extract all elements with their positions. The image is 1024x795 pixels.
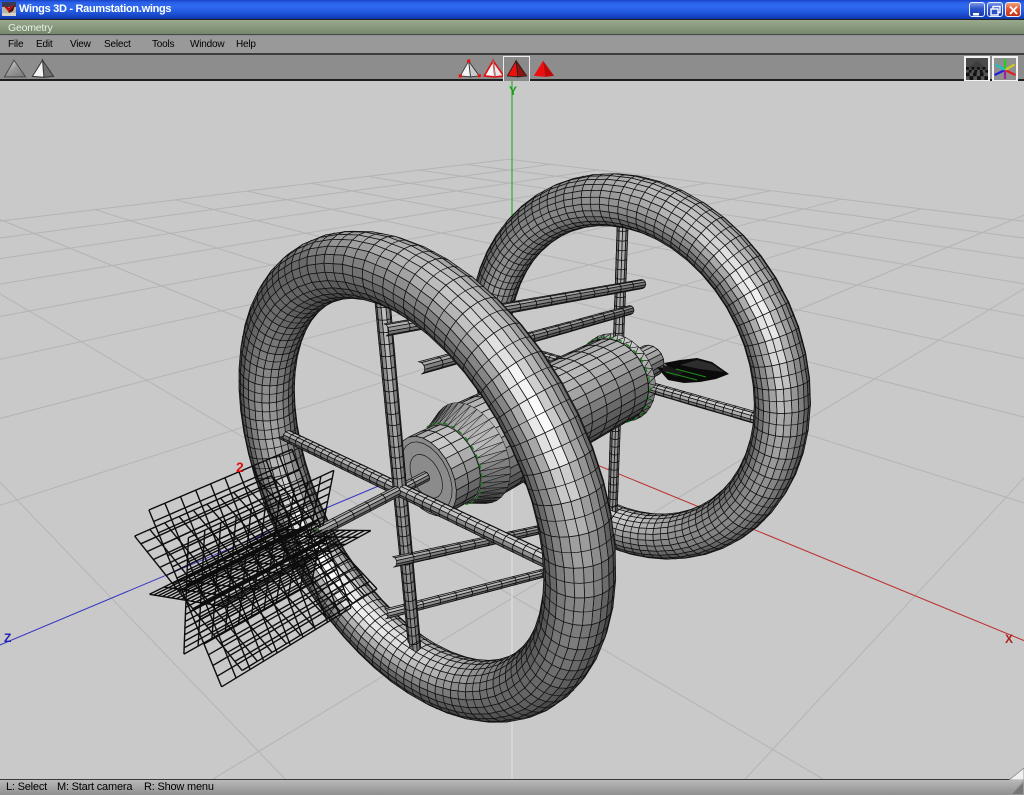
svg-text:X: X: [1005, 632, 1013, 646]
svg-text:Z: Z: [4, 631, 11, 645]
svg-text:Y: Y: [509, 84, 517, 98]
svg-text:2: 2: [236, 459, 244, 475]
